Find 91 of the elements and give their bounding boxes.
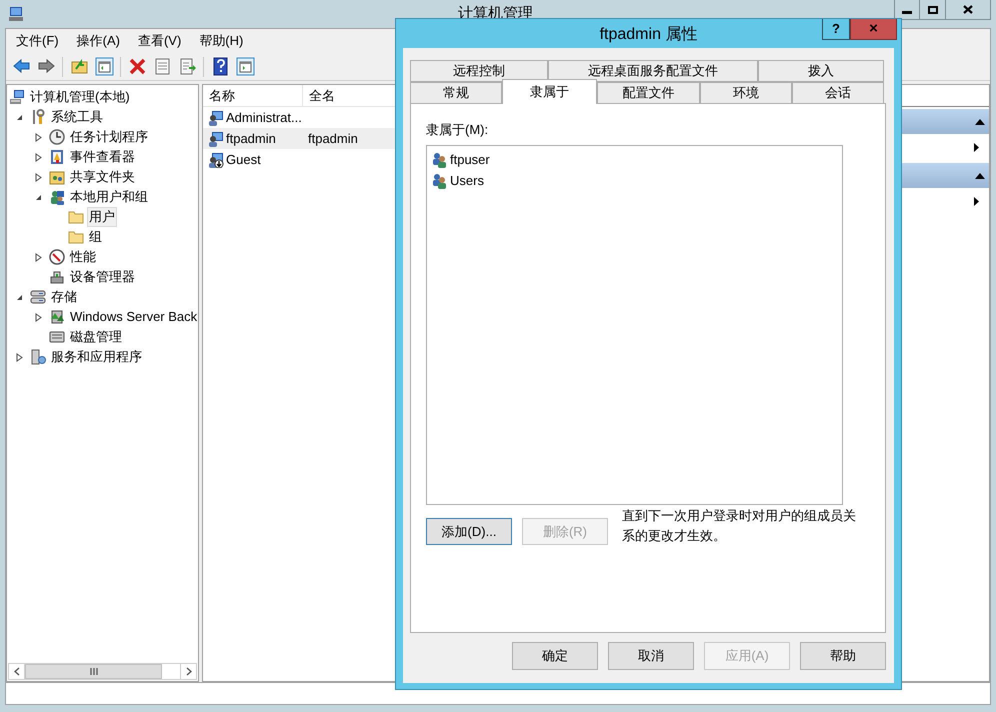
close-button[interactable]: × <box>850 19 897 40</box>
tree-item[interactable]: Windows Server Back <box>68 307 198 327</box>
tree-item[interactable]: 系统工具 <box>49 107 105 127</box>
table-cell-text: ftpadmin <box>226 130 277 148</box>
table-cell-text: Administrat... <box>226 108 303 127</box>
clock-icon <box>49 129 65 145</box>
scroll-thumb[interactable] <box>25 664 162 679</box>
dialog-button[interactable]: 帮助 <box>800 642 886 670</box>
close-button[interactable] <box>946 0 991 20</box>
shared-folder-icon <box>49 169 65 185</box>
close-icon <box>963 5 973 14</box>
collapsed-arrow-icon[interactable] <box>35 252 42 262</box>
tree-item[interactable]: 磁盘管理 <box>68 327 124 347</box>
tree-item[interactable]: 设备管理器 <box>68 267 137 287</box>
scroll-right-icon[interactable] <box>186 667 192 676</box>
tab[interactable]: 隶属于 <box>502 79 597 104</box>
export-icon <box>178 57 196 76</box>
gauge-icon <box>49 249 65 265</box>
group-icon <box>431 152 447 168</box>
expanded-arrow-icon[interactable] <box>16 114 23 120</box>
tree-item[interactable]: 任务计划程序 <box>68 127 150 147</box>
tree-item[interactable]: 事件查看器 <box>68 147 137 167</box>
user-icon <box>208 130 224 146</box>
tree-item[interactable]: 本地用户和组 <box>68 187 150 207</box>
tab[interactable]: 配置文件 <box>597 82 700 104</box>
submenu-arrow-icon[interactable] <box>974 197 979 206</box>
tab[interactable]: 拨入 <box>758 60 884 82</box>
pane-toggle-icon <box>94 57 114 76</box>
collapsed-arrow-icon[interactable] <box>35 152 42 162</box>
collapsed-arrow-icon[interactable] <box>16 352 23 362</box>
list-item[interactable]: ftpuser <box>431 149 842 170</box>
expanded-arrow-icon[interactable] <box>16 294 23 300</box>
dialog-button[interactable]: 取消 <box>608 642 694 670</box>
tree-item[interactable]: 服务和应用程序 <box>49 347 144 367</box>
column-header[interactable]: 名称 <box>203 85 303 106</box>
list-item[interactable]: Users <box>431 170 842 191</box>
expanded-arrow-icon[interactable] <box>35 194 42 200</box>
toolbar-button[interactable] <box>93 56 115 78</box>
table-cell-text: ftpadmin <box>308 130 358 148</box>
device-icon <box>49 269 65 285</box>
table-cell-text: Guest <box>226 150 262 169</box>
collapsed-arrow-icon[interactable] <box>35 312 42 322</box>
dialog-title: ftpadmin 属性 <box>600 24 698 44</box>
collapsed-arrow-icon[interactable] <box>35 172 42 182</box>
backup-icon <box>49 309 65 325</box>
horizontal-scrollbar[interactable] <box>8 663 197 680</box>
collapse-arrow-icon[interactable] <box>975 118 985 124</box>
menu-item[interactable]: 文件(F) <box>15 31 60 51</box>
properties-icon <box>152 57 172 76</box>
add-button[interactable]: 添加(D)... <box>426 518 512 545</box>
tab[interactable]: 常规 <box>410 82 502 104</box>
group-icon <box>431 172 447 188</box>
scroll-left-icon[interactable] <box>14 667 20 676</box>
storage-icon <box>30 289 46 305</box>
computer-icon <box>8 6 24 22</box>
menu-item[interactable]: 查看(V) <box>136 31 182 51</box>
tree-item[interactable]: 性能 <box>68 247 98 267</box>
menu-item[interactable]: 帮助(H) <box>198 31 244 51</box>
back-arrow-icon <box>12 57 30 76</box>
collapse-arrow-icon[interactable] <box>975 172 985 178</box>
delete-icon <box>128 57 146 76</box>
user-icon <box>208 110 224 126</box>
tree-item[interactable]: 组 <box>87 227 104 247</box>
tab[interactable]: 远程桌面服务配置文件 <box>548 60 758 82</box>
server-icon <box>30 349 46 365</box>
member-list[interactable]: ftpuser Users <box>426 145 843 505</box>
help-icon <box>210 57 230 76</box>
maximize-button[interactable] <box>920 0 946 20</box>
tab[interactable]: 远程控制 <box>410 60 548 82</box>
dialog-button[interactable]: 确定 <box>512 642 598 670</box>
menu-item[interactable]: 操作(A) <box>76 31 121 51</box>
tools-icon <box>30 109 46 125</box>
event-log-icon <box>49 149 65 165</box>
computer-icon <box>9 89 25 105</box>
tree-item[interactable]: 计算机管理(本地) <box>28 87 132 107</box>
tree-item[interactable]: 共享文件夹 <box>68 167 137 187</box>
collapsed-arrow-icon[interactable] <box>35 132 42 142</box>
toolbar-button[interactable] <box>234 56 256 78</box>
tab[interactable]: 环境 <box>700 82 792 104</box>
users-icon <box>49 189 65 205</box>
grip-icon <box>90 668 98 675</box>
folder-icon <box>68 229 84 245</box>
tree-item[interactable]: 存储 <box>49 287 79 307</box>
submenu-arrow-icon[interactable] <box>974 143 979 152</box>
note-text: 直到下一次用户登录时对用户的组成员关系的更改才生效。 <box>622 507 856 545</box>
pane-toggle-icon <box>236 57 254 76</box>
tab[interactable]: 会话 <box>792 82 884 104</box>
tree-item[interactable]: 用户 <box>87 207 117 227</box>
folder-up-icon <box>70 57 88 76</box>
forward-arrow-icon <box>36 57 56 76</box>
folder-icon <box>68 209 84 225</box>
